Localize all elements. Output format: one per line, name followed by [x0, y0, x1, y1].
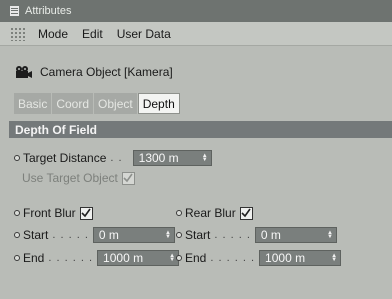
animation-dot-icon[interactable]: [176, 232, 182, 238]
front-end-value: 1000 m: [103, 251, 144, 265]
target-distance-field[interactable]: 1300 m ▲ ▼: [132, 150, 212, 166]
leader-dots: . .: [106, 152, 127, 164]
tab-bar: Basic Coord Object Depth: [14, 93, 181, 114]
leader-dots: . . . . . .: [206, 252, 256, 264]
tab-basic[interactable]: Basic: [14, 93, 52, 114]
rear-start-value: 0 m: [260, 228, 281, 242]
animation-dot-icon[interactable]: [14, 155, 20, 161]
rear-blur-row: Rear Blur: [176, 204, 253, 222]
leader-dots: . . . . .: [210, 229, 251, 241]
animation-dot-icon[interactable]: [14, 255, 20, 261]
tab-depth[interactable]: Depth: [137, 93, 180, 114]
spinner-icon[interactable]: ▲ ▼: [202, 153, 208, 163]
front-start-value: 0 m: [98, 228, 119, 242]
section-header: Depth Of Field: [9, 121, 392, 138]
leader-dots: . . . . .: [48, 229, 89, 241]
rear-start-field[interactable]: 0 m ▲ ▼: [254, 227, 337, 243]
spinner-icon[interactable]: ▲ ▼: [165, 230, 171, 240]
spinner-icon[interactable]: ▲ ▼: [331, 253, 337, 263]
target-distance-value: 1300 m: [138, 151, 179, 165]
rear-blur-checkbox[interactable]: [239, 206, 253, 220]
use-target-label: Use Target Object: [22, 171, 118, 185]
rear-blur-label: Rear Blur: [185, 206, 236, 220]
window-titlebar[interactable]: Attributes: [0, 0, 392, 22]
rear-end-value: 1000 m: [265, 251, 306, 265]
animation-dot-icon[interactable]: [176, 210, 182, 216]
animation-dot-icon[interactable]: [14, 232, 20, 238]
use-target-checkbox[interactable]: [121, 171, 135, 185]
use-target-row: Use Target Object: [22, 169, 135, 187]
checkmark-icon: [241, 208, 251, 218]
camera-icon: [16, 66, 32, 78]
rear-start-row: Start . . . . . 0 m ▲ ▼: [176, 226, 337, 244]
front-end-label: End: [23, 251, 45, 265]
front-end-row: End . . . . . . 1000 m ▲ ▼: [14, 249, 180, 267]
rear-end-label: End: [185, 251, 207, 265]
tab-coord[interactable]: Coord: [52, 93, 94, 114]
animation-dot-icon[interactable]: [176, 255, 182, 261]
menu-lines-icon[interactable]: [10, 6, 19, 16]
spinner-icon[interactable]: ▲ ▼: [327, 230, 333, 240]
front-blur-row: Front Blur: [14, 204, 93, 222]
window-title: Attributes: [25, 5, 72, 17]
spinner-icon[interactable]: ▲ ▼: [169, 253, 175, 263]
front-start-label: Start: [23, 228, 49, 242]
tab-object[interactable]: Object: [94, 93, 137, 114]
front-start-field[interactable]: 0 m ▲ ▼: [92, 227, 175, 243]
grip-icon[interactable]: [10, 26, 26, 41]
menu-bar: Mode Edit User Data: [0, 22, 392, 46]
menu-user-data[interactable]: User Data: [117, 27, 171, 41]
rear-end-field[interactable]: 1000 m ▲ ▼: [259, 250, 342, 266]
object-header: Camera Object [Kamera]: [0, 60, 392, 84]
menu-edit[interactable]: Edit: [82, 27, 103, 41]
front-start-row: Start . . . . . 0 m ▲ ▼: [14, 226, 175, 244]
animation-dot-icon[interactable]: [14, 210, 20, 216]
checkmark-icon: [123, 173, 133, 183]
object-title: Camera Object [Kamera]: [40, 65, 173, 79]
rear-start-label: Start: [185, 228, 211, 242]
front-blur-checkbox[interactable]: [79, 206, 93, 220]
target-distance-row: Target Distance . . 1300 m ▲ ▼: [14, 149, 212, 167]
leader-dots: . . . . . .: [44, 252, 94, 264]
menu-mode[interactable]: Mode: [38, 27, 68, 41]
rear-end-row: End . . . . . . 1000 m ▲ ▼: [176, 249, 342, 267]
front-end-field[interactable]: 1000 m ▲ ▼: [97, 250, 180, 266]
target-distance-label: Target Distance: [23, 151, 107, 165]
checkmark-icon: [81, 208, 91, 218]
front-blur-label: Front Blur: [23, 206, 76, 220]
